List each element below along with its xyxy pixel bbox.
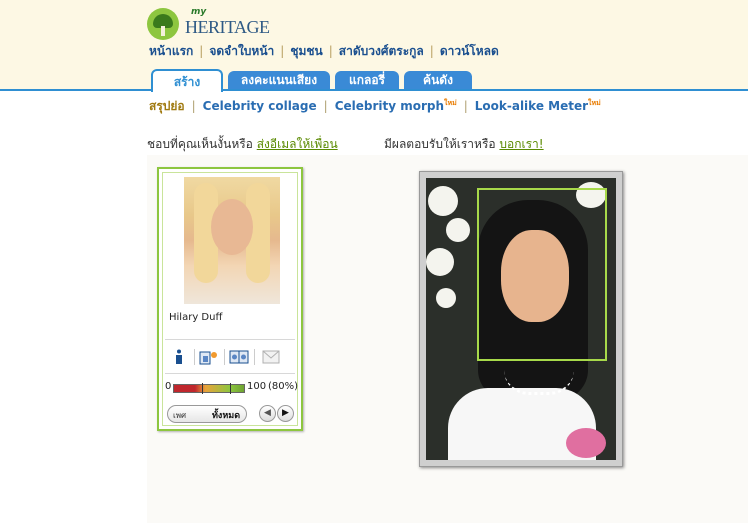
previous-match-button[interactable]: ◀ <box>259 405 276 422</box>
nav-separator: | <box>280 44 285 58</box>
subnav-separator: | <box>323 99 328 113</box>
celebrity-photo[interactable] <box>184 177 280 304</box>
subnav-look-alike-meter[interactable]: Look-alike Meter <box>475 99 588 113</box>
feedback-link[interactable]: บอกเรา! <box>499 137 543 151</box>
nav-separator: | <box>429 44 434 58</box>
meter-max: 100 <box>247 381 267 392</box>
face-detection-box[interactable] <box>477 188 607 361</box>
tab-celebrities[interactable]: ค้นดัง <box>404 71 472 89</box>
celebrity-match-card: Hilary Duff 0 100 (80%) เพศ ทั้งหมด ◀ ▶ <box>157 167 303 431</box>
nav-community[interactable]: ชุมชน <box>290 44 322 58</box>
nav-separator: | <box>328 44 333 58</box>
nav-separator: | <box>199 44 204 58</box>
feedback-prompt-text: มีผลตอบรับให้เราหรือ <box>384 137 496 151</box>
new-badge: ใหม่ <box>588 99 601 107</box>
nav-home[interactable]: หน้าแรก <box>149 44 193 58</box>
celebrity-face <box>211 199 253 255</box>
header-divider <box>0 89 748 91</box>
subnav-celebrity-morph[interactable]: Celebrity morph <box>335 99 444 113</box>
share-prompt: ชอบที่คุณเห็นงั้นหรือ ส่งอีเมลให้เพื่อน <box>147 135 338 154</box>
nav-download[interactable]: ดาวน์โหลด <box>440 44 499 58</box>
meter-bar <box>173 383 245 394</box>
logo-name: HERITAGE <box>185 17 270 37</box>
nav-face-recognition[interactable]: จดจำใบหน้า <box>209 44 274 58</box>
compare-icon[interactable] <box>229 347 249 367</box>
info-icon[interactable] <box>169 347 189 367</box>
top-nav: หน้าแรก | จดจำใบหน้า | ชุมชน | สาดับวงศ์ตระกูล… <box>149 42 499 61</box>
celebrity-name: Hilary Duff <box>169 312 223 323</box>
tab-gallery[interactable]: แกลอรี่ <box>335 71 399 89</box>
sub-nav: สรุปย่อ | Celebrity collage | Celebrity morp… <box>149 97 601 116</box>
tab-create[interactable]: สร้าง <box>151 69 223 92</box>
subnav-celebrity-collage[interactable]: Celebrity collage <box>203 99 317 113</box>
new-badge: ใหม่ <box>444 99 457 107</box>
nav-family-tree[interactable]: สาดับวงศ์ตระกูล <box>339 44 424 58</box>
meter-min: 0 <box>165 381 172 392</box>
email-friend-link[interactable]: ส่งอีเมลให้เพื่อน <box>257 137 338 151</box>
filter-label: เพศ <box>173 411 187 420</box>
pink-flowers <box>566 428 606 458</box>
share-prompt-text: ชอบที่คุณเห็นงั้นหรือ <box>147 137 253 151</box>
myheritage-logo[interactable]: my HERITAGE <box>147 7 270 40</box>
feedback-prompt: มีผลตอบรับให้เราหรือ บอกเรา! <box>384 135 544 154</box>
meter-indicator <box>230 383 231 394</box>
logo-prefix: my <box>191 7 207 17</box>
next-match-button[interactable]: ▶ <box>277 405 294 422</box>
morph-icon[interactable] <box>199 347 219 367</box>
card-divider <box>165 339 295 340</box>
subnav-separator: | <box>463 99 468 113</box>
card-divider <box>165 373 295 374</box>
subnav-separator: | <box>191 99 196 113</box>
gender-filter-select[interactable]: เพศ ทั้งหมด <box>167 405 247 423</box>
card-controls: เพศ ทั้งหมด ◀ ▶ <box>167 405 295 423</box>
tree-logo-icon <box>147 8 179 40</box>
tab-vote[interactable]: ลงคะแนนเสียง <box>228 71 330 89</box>
meter-percent: (80%) <box>268 381 299 392</box>
subnav-summary[interactable]: สรุปย่อ <box>149 99 185 113</box>
email-icon[interactable] <box>261 347 281 367</box>
card-toolbar <box>167 347 295 367</box>
filter-value: ทั้งหมด <box>212 411 241 421</box>
